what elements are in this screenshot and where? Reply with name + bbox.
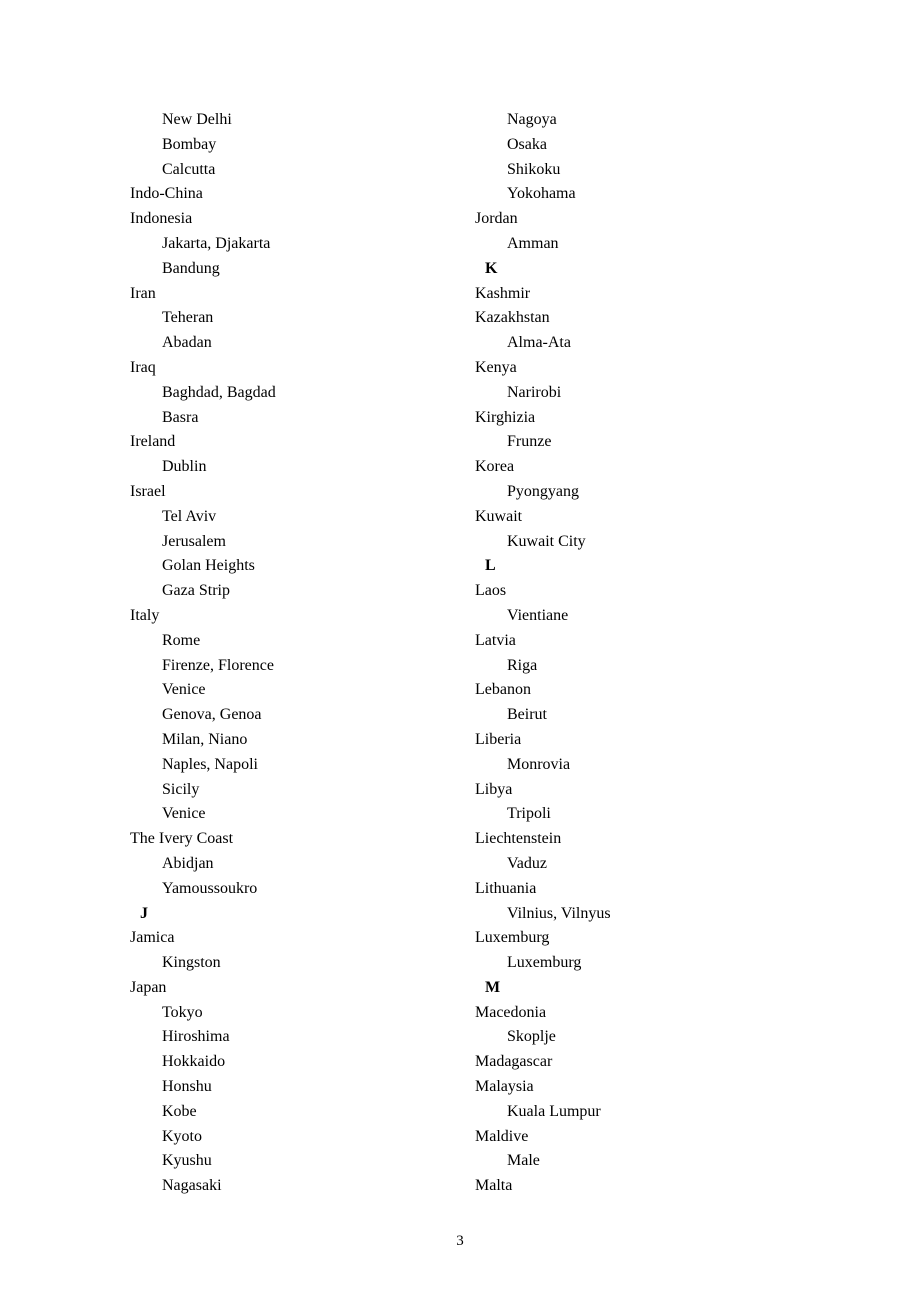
city-entry: Bombay <box>130 133 445 158</box>
city-entry: Beirut <box>475 703 790 728</box>
country-entry: Malaysia <box>475 1075 790 1100</box>
city-entry: Amman <box>475 232 790 257</box>
country-entry: Kashmir <box>475 282 790 307</box>
country-entry: Korea <box>475 455 790 480</box>
city-entry: Narirobi <box>475 381 790 406</box>
country-entry: Maldive <box>475 1125 790 1150</box>
city-entry: Kuwait City <box>475 530 790 555</box>
city-entry: Monrovia <box>475 753 790 778</box>
section-letter: L <box>475 554 790 579</box>
city-entry: Basra <box>130 406 445 431</box>
country-entry: Japan <box>130 976 445 1001</box>
country-entry: Liechtenstein <box>475 827 790 852</box>
city-entry: Milan, Niano <box>130 728 445 753</box>
country-entry: Jamica <box>130 926 445 951</box>
city-entry: Baghdad, Bagdad <box>130 381 445 406</box>
country-entry: Kuwait <box>475 505 790 530</box>
country-entry: Luxemburg <box>475 926 790 951</box>
city-entry: Kingston <box>130 951 445 976</box>
city-entry: Teheran <box>130 306 445 331</box>
page-number: 3 <box>130 1233 790 1250</box>
section-letter: J <box>130 902 445 927</box>
city-entry: Kuala Lumpur <box>475 1100 790 1125</box>
city-entry: Luxemburg <box>475 951 790 976</box>
city-entry: Rome <box>130 629 445 654</box>
country-entry: Kazakhstan <box>475 306 790 331</box>
country-entry: Madagascar <box>475 1050 790 1075</box>
city-entry: Male <box>475 1149 790 1174</box>
section-letter: M <box>475 976 790 1001</box>
right-column: NagoyaOsakaShikokuYokohamaJordanAmmanKKa… <box>475 108 790 1199</box>
city-entry: Hokkaido <box>130 1050 445 1075</box>
city-entry: Jerusalem <box>130 530 445 555</box>
document-page: New DelhiBombayCalcuttaIndo-ChinaIndones… <box>0 0 920 1290</box>
city-entry: Yokohama <box>475 182 790 207</box>
country-entry: Latvia <box>475 629 790 654</box>
country-entry: Lithuania <box>475 877 790 902</box>
city-entry: Naples, Napoli <box>130 753 445 778</box>
city-entry: Sicily <box>130 778 445 803</box>
city-entry: Kyushu <box>130 1149 445 1174</box>
city-entry: Nagasaki <box>130 1174 445 1199</box>
country-entry: Ireland <box>130 430 445 455</box>
city-entry: Shikoku <box>475 158 790 183</box>
city-entry: Pyongyang <box>475 480 790 505</box>
city-entry: Yamoussoukro <box>130 877 445 902</box>
country-entry: Indo-China <box>130 182 445 207</box>
country-entry: Iran <box>130 282 445 307</box>
city-entry: Abadan <box>130 331 445 356</box>
city-entry: Skoplje <box>475 1025 790 1050</box>
country-entry: The Ivery Coast <box>130 827 445 852</box>
left-column: New DelhiBombayCalcuttaIndo-ChinaIndones… <box>130 108 445 1199</box>
city-entry: Venice <box>130 678 445 703</box>
city-entry: Riga <box>475 654 790 679</box>
country-entry: Kirghizia <box>475 406 790 431</box>
city-entry: Honshu <box>130 1075 445 1100</box>
city-entry: Bandung <box>130 257 445 282</box>
city-entry: Golan Heights <box>130 554 445 579</box>
country-entry: Jordan <box>475 207 790 232</box>
country-entry: Lebanon <box>475 678 790 703</box>
city-entry: Firenze, Florence <box>130 654 445 679</box>
country-entry: Libya <box>475 778 790 803</box>
country-entry: Malta <box>475 1174 790 1199</box>
city-entry: Nagoya <box>475 108 790 133</box>
city-entry: Abidjan <box>130 852 445 877</box>
city-entry: Gaza Strip <box>130 579 445 604</box>
city-entry: Tripoli <box>475 802 790 827</box>
city-entry: Vientiane <box>475 604 790 629</box>
country-entry: Indonesia <box>130 207 445 232</box>
city-entry: Venice <box>130 802 445 827</box>
city-entry: Tel Aviv <box>130 505 445 530</box>
city-entry: Alma-Ata <box>475 331 790 356</box>
city-entry: Genova, Genoa <box>130 703 445 728</box>
two-column-layout: New DelhiBombayCalcuttaIndo-ChinaIndones… <box>130 108 790 1199</box>
city-entry: New Delhi <box>130 108 445 133</box>
country-entry: Liberia <box>475 728 790 753</box>
city-entry: Kobe <box>130 1100 445 1125</box>
section-letter: K <box>475 257 790 282</box>
city-entry: Hiroshima <box>130 1025 445 1050</box>
city-entry: Dublin <box>130 455 445 480</box>
city-entry: Vilnius, Vilnyus <box>475 902 790 927</box>
city-entry: Vaduz <box>475 852 790 877</box>
country-entry: Iraq <box>130 356 445 381</box>
city-entry: Frunze <box>475 430 790 455</box>
city-entry: Osaka <box>475 133 790 158</box>
city-entry: Tokyo <box>130 1001 445 1026</box>
city-entry: Kyoto <box>130 1125 445 1150</box>
city-entry: Calcutta <box>130 158 445 183</box>
city-entry: Jakarta, Djakarta <box>130 232 445 257</box>
country-entry: Laos <box>475 579 790 604</box>
country-entry: Macedonia <box>475 1001 790 1026</box>
country-entry: Kenya <box>475 356 790 381</box>
country-entry: Israel <box>130 480 445 505</box>
country-entry: Italy <box>130 604 445 629</box>
